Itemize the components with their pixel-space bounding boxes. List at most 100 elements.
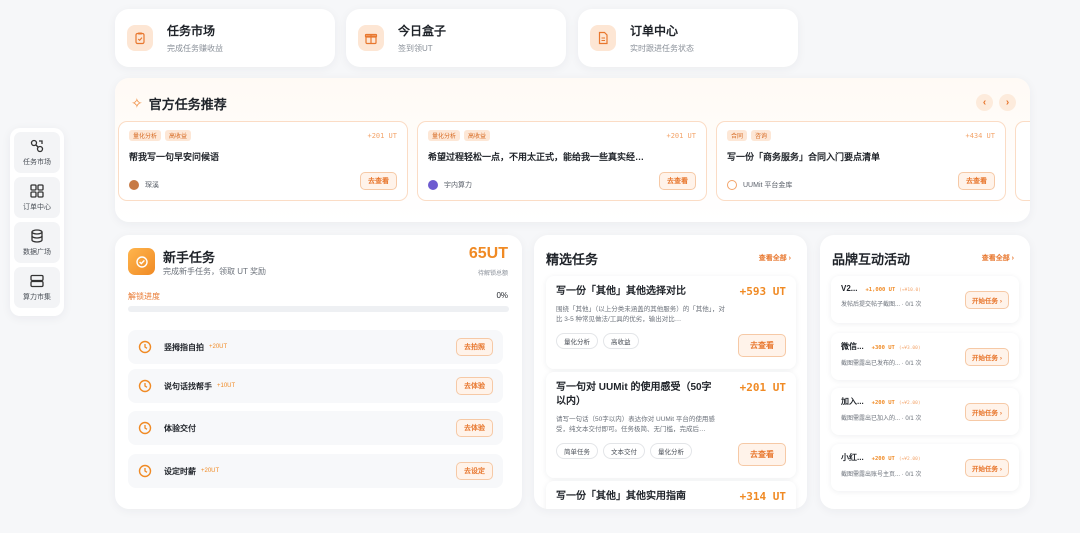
task-name: 设定时薪 [164,466,196,476]
sparkle-icon: ✧ [131,95,143,111]
activity-count: · 0/1 次 [901,416,922,422]
newbie-task-row[interactable]: 竖拇指自拍 +20UT 去拍照 [128,330,503,364]
task-reward: +10UT [217,383,236,389]
view-button[interactable]: 去查看 [659,172,696,190]
activity-reward: +1,000 UT [865,287,896,293]
newbie-task-row[interactable]: 说句话找帮手 +10UT 去体验 [128,369,503,403]
recommendation-title: 写一份「商务服务」合同入门要点清单 [727,152,881,162]
recommendation-card[interactable]: 量化分析 高收益 +201 UT 帮我写一句早安问候语 琛溪 去查看 [118,121,408,201]
avatar [428,180,438,190]
official-recommendations: ✧ 官方任务推荐 ‹ › 量化分析 高收益 +201 UT 帮我写一句早安问候语 … [115,78,1030,222]
side-nav: 任务市场 订单中心 数据广场 算力市集 [10,128,64,316]
document-icon [590,25,616,51]
activity-description: 发帖后提交帖子截图... [841,302,901,308]
see-all-link[interactable]: 查看全部 › [982,253,1014,263]
task-action-button[interactable]: 去拍照 [456,338,493,356]
view-button[interactable]: 去查看 [360,172,397,190]
server-icon [30,274,44,288]
tag: 量化分析 [650,443,692,459]
start-task-button[interactable]: 开始任务 › [965,291,1009,309]
recommendation-card-partial[interactable] [1015,121,1030,201]
clock-icon [138,379,152,393]
newbie-task-row[interactable]: 设定时薪 +20UT 去设定 [128,454,503,488]
activity-description: 截图需露出已发布的... [841,361,901,367]
reward-amount: +201 UT [367,132,397,140]
view-button[interactable]: 去查看 [738,334,786,357]
clock-icon [138,421,152,435]
unlock-progress-label: 解锁进度 [128,292,160,301]
recommendation-card[interactable]: 合同 咨询 +434 UT 写一份「商务服务」合同入门要点清单 UUMit 平台金… [716,121,1006,201]
unlock-progress-value: 0% [496,291,508,300]
view-button[interactable]: 去查看 [738,443,786,466]
panel-subtitle: 完成新手任务，领取 UT 奖励 [163,267,266,276]
tag: 量化分析 [428,130,461,141]
start-task-button[interactable]: 开始任务 › [965,403,1009,421]
clipboard-icon [127,25,153,51]
check-badge-icon [128,248,155,275]
activity-reward-approx: (≈¥2.00) [898,401,921,406]
task-reward: +20UT [201,468,220,474]
featured-task-card[interactable]: 写一句对 UUMit 的使用感受（50字以内） +201 UT 请写一句话（50… [546,372,796,478]
brand-activity-item[interactable]: 微信... +300 UT (≈¥3.00) 截图需露出已发布的... · 0/1 … [831,333,1019,380]
sidenav-item-data-plaza[interactable]: 数据广场 [14,222,60,263]
tag: 简单任务 [556,443,598,459]
start-task-button[interactable]: 开始任务 › [965,348,1009,366]
activity-reward: +200 UT [871,400,895,406]
task-action-button[interactable]: 去体验 [456,377,493,395]
view-button[interactable]: 去查看 [958,172,995,190]
panel-title: 精选任务 [546,252,599,267]
recommendation-card[interactable]: 量化分析 高收益 +201 UT 希望过程轻松一点，不用太正式，能给我一些真实经…… [417,121,707,201]
brand-activity-item[interactable]: V2... +1,000 UT (≈¥10.0) 发帖后提交帖子截图... · 0/… [831,276,1019,323]
quick-card-order-center[interactable]: 订单中心 实时跟进任务状态 [578,9,798,67]
recommendation-title: 希望过程轻松一点，不用太正式，能给我一些真实经… [428,152,645,162]
sidenav-item-compute-market[interactable]: 算力市集 [14,267,60,308]
activity-name: 小红... [841,453,864,462]
next-arrow-button[interactable]: › [999,94,1016,111]
activity-name: 加入... [841,397,864,406]
quick-card-title: 订单中心 [630,24,679,38]
sidenav-item-order-center[interactable]: 订单中心 [14,177,60,218]
brand-activity-item[interactable]: 小红... +200 UT (≈¥2.00) 截图需露出账号主页... · 0/1 … [831,444,1019,491]
task-title: 写一份「其他」其他选择对比 [556,286,686,297]
section-title: 官方任务推荐 [148,97,227,112]
activity-count: · 0/1 次 [901,361,922,367]
task-reward: +201 UT [739,381,786,394]
ut-total-label: 待解锁总额 [477,271,508,277]
ut-total: 65UT [468,245,508,262]
activity-reward-approx: (≈¥3.00) [898,346,921,351]
reward-amount: +201 UT [666,132,696,140]
featured-task-card[interactable]: 写一份「其他」其他实用指南 +314 UT [546,481,796,509]
brand-activity-item[interactable]: 加入... +200 UT (≈¥2.00) 截图需露出已加入的... · 0/1 … [831,388,1019,435]
tag: 高收益 [464,130,491,141]
author-name: 宇内算力 [444,182,472,189]
avatar [727,180,737,190]
prev-arrow-button[interactable]: ‹ [976,94,993,111]
quick-card-task-market[interactable]: 任务市场 完成任务赚收益 [115,9,335,67]
activity-reward: +200 UT [871,456,895,462]
activity-name: V2... [841,284,858,293]
task-name: 体验交付 [164,423,196,433]
clock-icon [138,464,152,478]
tag: 高收益 [165,130,192,141]
featured-tasks-panel: 精选任务 查看全部 › 写一份「其他」其他选择对比 +593 UT 围绕「其他」… [534,235,807,509]
tag: 高收益 [603,333,639,349]
quick-card-daily-box[interactable]: 今日盒子 签到领UT [346,9,566,67]
brand-activities-panel: 品牌互动活动 查看全部 › V2... +1,000 UT (≈¥10.0) 发帖后… [820,235,1030,509]
sidenav-item-task-market[interactable]: 任务市场 [14,132,60,173]
task-description: 请写一句话（50字以内）表达你对 UUMit 平台的使用感受，纯文本交付即可。任… [556,416,715,433]
featured-task-card[interactable]: 写一份「其他」其他选择对比 +593 UT 围绕「其他」（以上分类未涵盖的其他服… [546,276,796,369]
newbie-task-row[interactable]: 体验交付 去体验 [128,411,503,445]
panel-title: 新手任务 [163,250,216,265]
task-name: 竖拇指自拍 [164,342,204,352]
tag: 合同 [727,130,748,141]
task-name: 说句话找帮手 [164,381,212,391]
task-action-button[interactable]: 去设定 [456,462,493,480]
task-title: 写一份「其他」其他实用指南 [556,491,686,502]
task-action-button[interactable]: 去体验 [456,419,493,437]
chain-icon [30,139,44,153]
activity-reward-approx: (≈¥2.00) [898,457,921,462]
start-task-button[interactable]: 开始任务 › [965,459,1009,477]
tag: 量化分析 [129,130,162,141]
see-all-link[interactable]: 查看全部 › [759,253,791,263]
task-title: 写一句对 UUMit 的使用感受（50字以内） [556,382,712,407]
